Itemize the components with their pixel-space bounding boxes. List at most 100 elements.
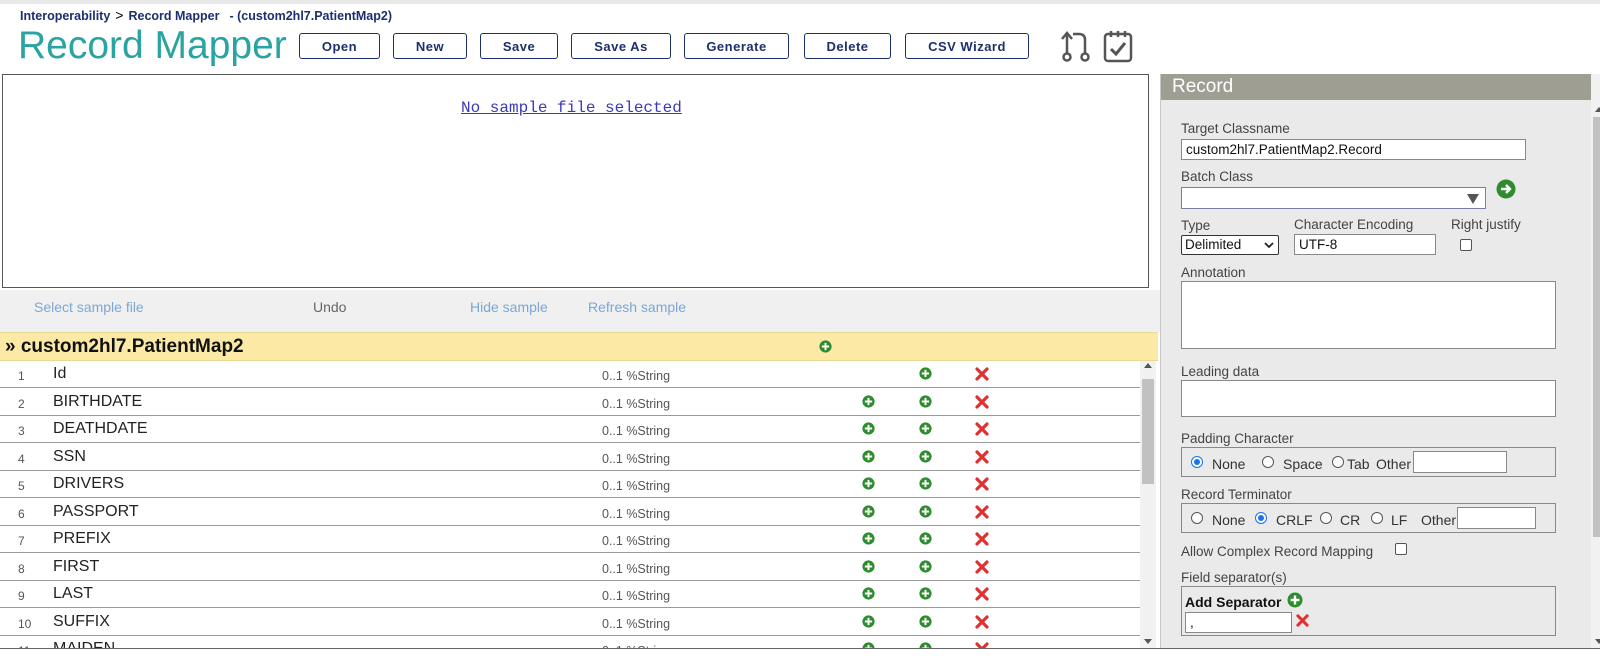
insert-after-icon[interactable] [919, 394, 932, 408]
panel-scrollbar[interactable] [1591, 74, 1600, 648]
csv-wizard-button[interactable]: CSV Wizard [905, 33, 1029, 59]
leading-data-textarea[interactable] [1181, 380, 1556, 417]
field-row[interactable]: 10 SUFFIX 0..1 %String [0, 609, 1140, 636]
field-row[interactable]: 11MAIDEN0..1 %String [0, 636, 1140, 648]
field-name[interactable]: FIRST [53, 558, 99, 576]
field-row[interactable]: 8 FIRST 0..1 %String [0, 554, 1140, 581]
refresh-sample-link[interactable]: Refresh sample [588, 299, 686, 315]
delete-field-icon[interactable] [975, 449, 989, 464]
right-justify-checkbox[interactable] [1460, 239, 1472, 251]
field-number: 2 [18, 396, 25, 411]
insert-after-icon[interactable] [919, 504, 932, 518]
delete-field-icon[interactable] [975, 477, 989, 491]
delete-field-icon[interactable] [975, 559, 989, 574]
generate-button[interactable]: Generate [684, 33, 789, 59]
terminator-lf-label: LF [1391, 512, 1408, 528]
character-encoding-label: Character Encoding [1294, 217, 1414, 232]
compare-icon[interactable] [1059, 28, 1093, 64]
delete-field-icon[interactable] [975, 422, 989, 436]
field-name[interactable]: MAIDEN [53, 640, 115, 648]
terminator-cr-radio[interactable] [1320, 512, 1332, 524]
insert-after-icon[interactable] [919, 449, 932, 463]
insert-before-icon[interactable] [862, 394, 875, 408]
delete-field-icon[interactable] [975, 367, 989, 381]
field-row[interactable]: 4 SSN 0..1 %String [0, 444, 1140, 471]
field-name[interactable]: SUFFIX [53, 613, 110, 631]
type-select[interactable]: Delimited [1181, 235, 1279, 255]
go-arrow-icon[interactable] [1496, 179, 1516, 199]
delete-field-icon[interactable] [975, 532, 989, 546]
field-name[interactable]: Id [53, 365, 66, 383]
insert-after-icon[interactable] [919, 587, 932, 600]
terminator-lf-radio[interactable] [1371, 512, 1383, 524]
breadcrumb-page-link[interactable]: Record Mapper [128, 9, 219, 23]
insert-before-icon[interactable] [862, 449, 875, 463]
delete-field-icon[interactable] [975, 394, 989, 409]
field-name[interactable]: LAST [53, 585, 93, 603]
insert-before-icon[interactable] [862, 559, 875, 573]
add-separator-icon[interactable] [1287, 592, 1303, 608]
padding-tab-radio[interactable] [1332, 456, 1344, 468]
insert-after-icon[interactable] [919, 367, 932, 380]
insert-before-icon[interactable] [862, 532, 875, 545]
terminator-crlf-radio[interactable] [1255, 512, 1267, 524]
insert-before-icon[interactable] [862, 587, 875, 600]
insert-before-icon[interactable] [862, 422, 875, 435]
remove-separator-icon[interactable] [1296, 614, 1309, 627]
insert-after-icon[interactable] [919, 532, 932, 545]
grid-scrollbar-thumb[interactable] [1142, 379, 1154, 484]
field-row[interactable]: 3 DEATHDATE 0..1 %String [0, 416, 1140, 443]
insert-before-icon[interactable] [862, 614, 875, 628]
grid-scrollbar[interactable] [1140, 361, 1156, 648]
field-row[interactable]: 7 PREFIX 0..1 %String [0, 526, 1140, 553]
field-name[interactable]: PREFIX [53, 530, 111, 548]
insert-after-icon[interactable] [919, 477, 932, 490]
insert-after-icon[interactable] [919, 614, 932, 628]
field-name[interactable]: DEATHDATE [53, 420, 148, 438]
field-type: 0..1 %String [602, 589, 671, 603]
field-name[interactable]: BIRTHDATE [53, 393, 142, 411]
save-as-button[interactable]: Save As [571, 33, 671, 59]
batch-class-label: Batch Class [1181, 169, 1254, 184]
insert-after-icon[interactable] [919, 422, 932, 435]
open-button[interactable]: Open [299, 33, 380, 59]
field-name[interactable]: SSN [53, 448, 86, 466]
field-row[interactable]: 9 LAST 0..1 %String [0, 581, 1140, 608]
terminator-none-radio[interactable] [1191, 512, 1203, 524]
no-sample-file-link[interactable]: No sample file selected [461, 99, 682, 117]
field-row[interactable]: 5 DRIVERS 0..1 %String [0, 471, 1140, 498]
insert-before-icon[interactable] [862, 477, 875, 490]
padding-other-input[interactable] [1413, 451, 1507, 473]
panel-scrollbar-thumb[interactable] [1593, 117, 1600, 537]
breadcrumb-root-link[interactable]: Interoperability [20, 9, 110, 23]
allow-complex-mapping-checkbox[interactable] [1395, 543, 1407, 555]
delete-field-icon[interactable] [975, 504, 989, 519]
delete-field-icon[interactable] [975, 614, 989, 629]
terminator-other-input[interactable] [1457, 507, 1536, 529]
separator-input[interactable]: , [1185, 612, 1292, 633]
delete-button[interactable]: Delete [804, 33, 891, 59]
save-button[interactable]: Save [480, 33, 558, 59]
field-row[interactable]: 6 PASSPORT 0..1 %String [0, 499, 1140, 526]
batch-class-select[interactable] [1181, 187, 1486, 209]
padding-none-radio[interactable] [1191, 456, 1203, 468]
right-justify-label: Right justify [1451, 217, 1521, 232]
annotation-textarea[interactable] [1181, 281, 1556, 349]
hide-sample-link[interactable]: Hide sample [470, 299, 548, 315]
field-name[interactable]: DRIVERS [53, 475, 124, 493]
insert-before-icon[interactable] [862, 504, 875, 518]
padding-space-radio[interactable] [1262, 456, 1274, 468]
field-name[interactable]: PASSPORT [53, 503, 139, 521]
field-row[interactable]: 2 BIRTHDATE 0..1 %String [0, 389, 1140, 416]
add-field-icon[interactable] [819, 340, 832, 353]
character-encoding-input[interactable]: UTF-8 [1294, 234, 1436, 255]
new-button[interactable]: New [393, 33, 467, 59]
field-row[interactable]: 1 Id 0..1 %String [0, 361, 1140, 388]
insert-after-icon[interactable] [919, 559, 932, 573]
undo-link[interactable]: Undo [313, 299, 346, 315]
delete-field-icon[interactable] [975, 587, 989, 601]
checklist-icon[interactable] [1101, 28, 1135, 64]
padding-tab-label: Tab [1347, 456, 1370, 472]
select-sample-file-link[interactable]: Select sample file [34, 299, 144, 315]
target-classname-input[interactable]: custom2hl7.PatientMap2.Record [1181, 139, 1526, 160]
